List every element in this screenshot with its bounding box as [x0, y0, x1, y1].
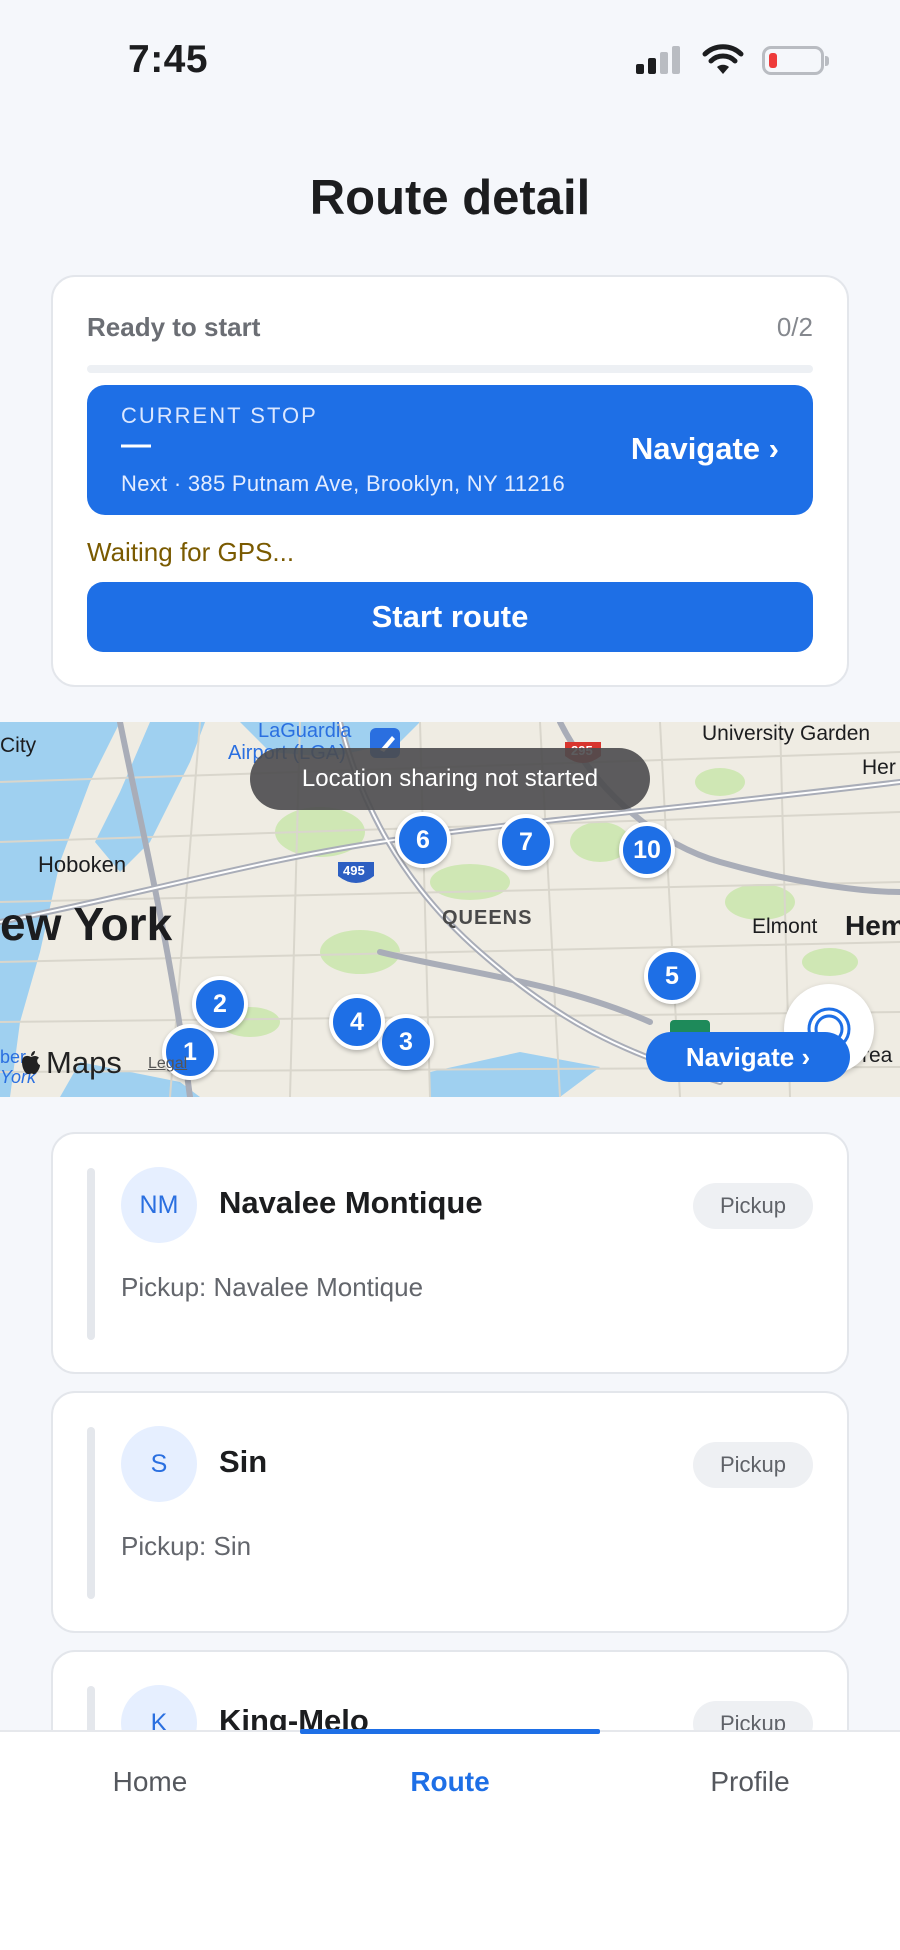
- stop-type-badge: Pickup: [693, 1701, 813, 1730]
- map-label-her: Her: [862, 756, 896, 779]
- map-pin-stop-10[interactable]: 10: [619, 822, 675, 878]
- page-title: Route detail: [309, 171, 591, 225]
- route-status-row: Ready to start 0/2: [87, 312, 813, 343]
- stop-name: King-Melo: [219, 1703, 369, 1730]
- map-pin-stop-5[interactable]: 5: [644, 948, 700, 1004]
- stop-card[interactable]: NM Navalee Montique Pickup Pickup: Naval…: [51, 1132, 849, 1374]
- current-stop-panel[interactable]: CURRENT STOP — Next · 385 Putnam Ave, Br…: [87, 385, 813, 515]
- tab-route[interactable]: Route: [300, 1732, 600, 1832]
- next-stop-address: Next · 385 Putnam Ave, Brooklyn, NY 1121…: [121, 471, 565, 496]
- apple-logo-icon: [22, 1051, 40, 1075]
- stop-name: Sin: [219, 1444, 268, 1479]
- status-icons: [636, 44, 829, 76]
- start-route-button[interactable]: Start route: [87, 582, 813, 652]
- maps-attribution-text: Maps: [46, 1045, 122, 1080]
- map-label-city: City: [0, 734, 37, 757]
- battery-level: [769, 52, 777, 68]
- stop-detail: Pickup: Navalee Montique: [121, 1272, 424, 1302]
- map-label-new-york: ew York: [0, 898, 173, 950]
- cellular-signal-icon: [636, 46, 680, 74]
- map-pin-stop-7[interactable]: 7: [498, 814, 554, 870]
- current-stop-label: CURRENT STOP: [121, 403, 318, 428]
- stop-name: Navalee Montique: [219, 1185, 483, 1220]
- map-navigate-button[interactable]: Navigate ›: [646, 1032, 850, 1082]
- map-pin-stop-4[interactable]: 4: [329, 994, 385, 1050]
- apple-maps-attribution: Maps: [20, 1045, 122, 1081]
- battery-icon: [762, 45, 829, 75]
- legal-link[interactable]: Legal: [148, 1055, 187, 1073]
- tab-profile[interactable]: Profile: [600, 1732, 900, 1832]
- stop-card[interactable]: S Sin Pickup Pickup: Sin: [51, 1391, 849, 1633]
- stop-card[interactable]: K King-Melo Pickup: [51, 1650, 849, 1730]
- route-progress-bar: [87, 365, 813, 373]
- route-summary-card: Ready to start 0/2 CURRENT STOP — Next ·…: [51, 275, 849, 687]
- bottom-tab-bar: Home Route Profile: [0, 1729, 900, 1950]
- map-label-elmont: Elmont: [752, 915, 818, 938]
- status-bar: 7:45: [0, 0, 900, 120]
- gps-status: Waiting for GPS...: [87, 537, 295, 567]
- stop-status-bar: [87, 1168, 95, 1340]
- stop-detail: Pickup: Sin: [121, 1531, 252, 1561]
- stop-type-badge: Pickup: [693, 1183, 813, 1229]
- wifi-icon: [702, 44, 744, 74]
- stop-avatar: K: [121, 1685, 197, 1730]
- map-pin-stop-3[interactable]: 3: [378, 1014, 434, 1070]
- status-time: 7:45: [128, 38, 209, 81]
- map-pin-stop-6[interactable]: 6: [395, 812, 451, 868]
- map-label-hoboken: Hoboken: [38, 852, 127, 877]
- tab-home[interactable]: Home: [0, 1732, 300, 1832]
- stop-status-bar: [87, 1427, 95, 1599]
- route-progress-count: 0/2: [776, 312, 813, 342]
- map-label-hem: Hem: [845, 910, 900, 941]
- stop-list: NM Navalee Montique Pickup Pickup: Naval…: [0, 1120, 900, 1730]
- current-stop-value: —: [121, 428, 151, 461]
- stop-avatar: NM: [121, 1167, 197, 1243]
- map-pin-stop-2[interactable]: 2: [192, 976, 248, 1032]
- route-map[interactable]: LaGuardia Airport (LGA) University Garde…: [0, 722, 900, 1097]
- map-label-laguardia: LaGuardia: [258, 722, 352, 742]
- map-label-queens: QUEENS: [442, 907, 533, 929]
- stop-status-bar: [87, 1686, 95, 1730]
- route-status: Ready to start: [87, 312, 261, 342]
- stop-avatar: S: [121, 1426, 197, 1502]
- app-screen: 7:45 Route detail Ready to start 0/2 CUR…: [0, 0, 900, 1950]
- navigate-button[interactable]: Navigate ›: [631, 431, 779, 467]
- highway-495-shield: 495: [343, 863, 365, 878]
- map-label-university-garden: University Garden: [702, 722, 871, 745]
- location-sharing-toast: Location sharing not started: [250, 748, 650, 810]
- stop-type-badge: Pickup: [693, 1442, 813, 1488]
